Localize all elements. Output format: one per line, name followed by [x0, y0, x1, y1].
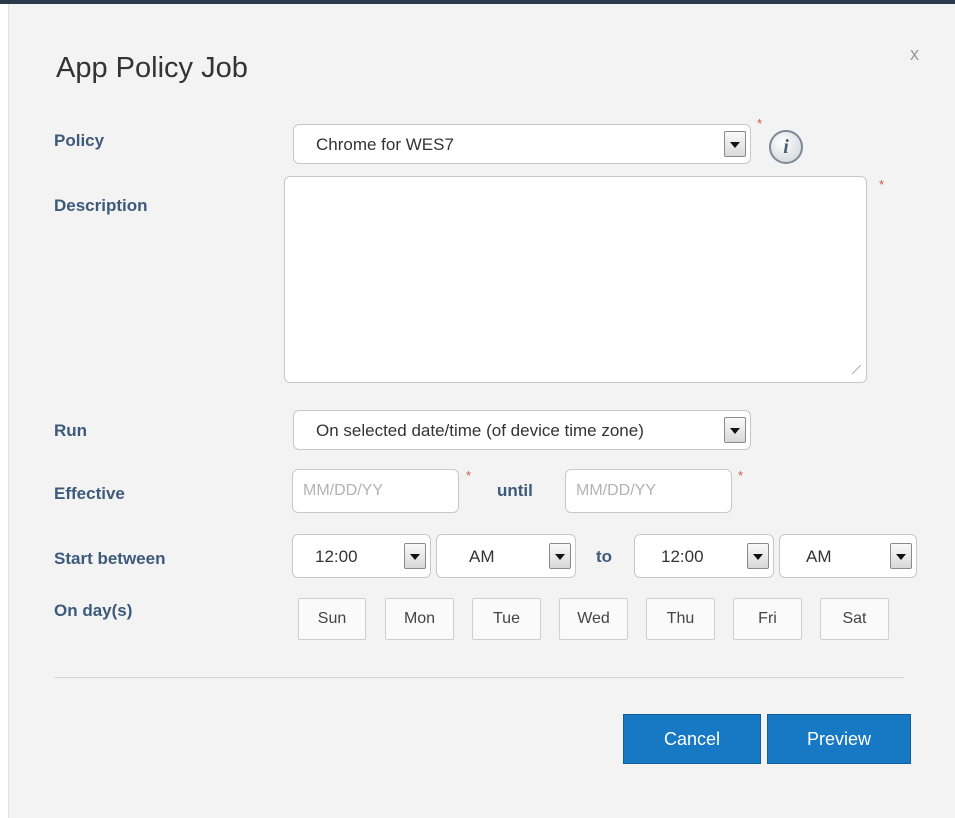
info-icon[interactable]: i — [769, 130, 803, 164]
description-textarea[interactable] — [284, 176, 867, 383]
on-days-label: On day(s) — [54, 601, 133, 620]
policy-select[interactable]: Chrome for WES7 — [293, 124, 751, 164]
chevron-down-icon — [747, 543, 769, 569]
required-marker: * — [466, 468, 472, 483]
to-label: to — [596, 547, 613, 566]
cancel-button[interactable]: Cancel — [623, 714, 761, 764]
dialog-title: App Policy Job — [56, 52, 248, 84]
effective-label: Effective — [54, 484, 125, 503]
footer-divider — [54, 677, 904, 678]
day-toggle-fri[interactable]: Fri — [733, 598, 802, 640]
end-ampm-value: AM — [806, 547, 832, 566]
chevron-down-icon — [724, 417, 746, 443]
chevron-down-icon — [549, 543, 571, 569]
description-label: Description — [54, 196, 148, 215]
start-ampm-value: AM — [469, 547, 495, 566]
policy-label: Policy — [54, 131, 105, 150]
run-select[interactable]: On selected date/time (of device time zo… — [293, 410, 751, 450]
start-time-select[interactable]: 12:00 — [292, 534, 431, 578]
day-toggle-wed[interactable]: Wed — [559, 598, 628, 640]
end-time-select[interactable]: 12:00 — [634, 534, 774, 578]
end-time-value: 12:00 — [661, 547, 704, 566]
day-toggle-tue[interactable]: Tue — [472, 598, 541, 640]
until-label: until — [497, 481, 533, 500]
run-label: Run — [54, 421, 88, 440]
required-marker: * — [879, 177, 885, 192]
chevron-down-icon — [724, 131, 746, 157]
end-ampm-select[interactable]: AM — [779, 534, 917, 578]
start-between-label: Start between — [54, 549, 166, 568]
start-time-value: 12:00 — [315, 547, 358, 566]
required-marker: * — [757, 116, 763, 131]
chevron-down-icon — [890, 543, 912, 569]
resize-grip-icon[interactable] — [852, 365, 861, 374]
run-select-value: On selected date/time (of device time zo… — [316, 421, 644, 440]
policy-select-value: Chrome for WES7 — [316, 135, 454, 154]
start-ampm-select[interactable]: AM — [436, 534, 576, 578]
required-marker: * — [738, 468, 744, 483]
close-icon[interactable]: x — [910, 44, 919, 65]
day-toggle-mon[interactable]: Mon — [385, 598, 454, 640]
day-toggle-thu[interactable]: Thu — [646, 598, 715, 640]
preview-button[interactable]: Preview — [767, 714, 911, 764]
effective-until-date-input[interactable] — [565, 469, 732, 513]
day-toggle-sat[interactable]: Sat — [820, 598, 889, 640]
effective-from-date-input[interactable] — [292, 469, 459, 513]
day-toggle-sun[interactable]: Sun — [298, 598, 366, 640]
chevron-down-icon — [404, 543, 426, 569]
